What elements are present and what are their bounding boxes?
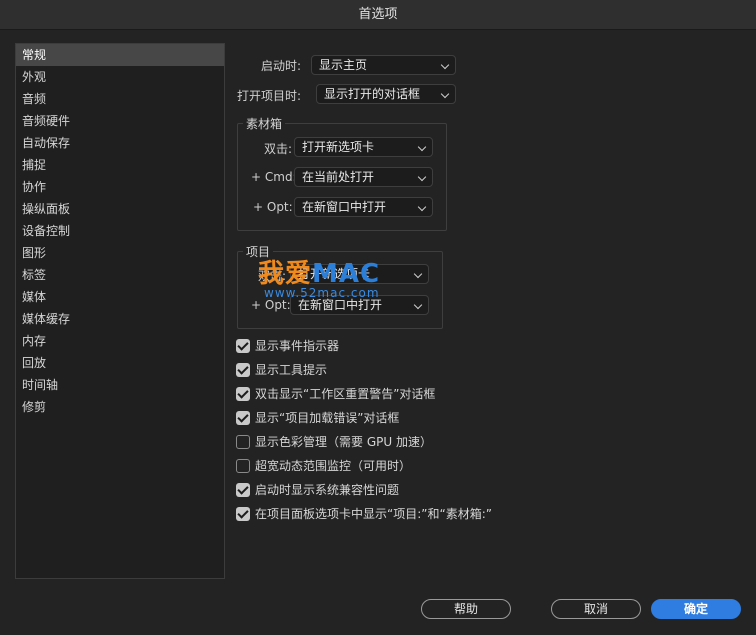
bins-double-click-label: 双击: (264, 142, 293, 156)
checkbox-label: 显示工具提示 (255, 363, 328, 377)
sidebar-item-audio[interactable]: 音频 (16, 88, 224, 110)
sidebar-item-media[interactable]: 媒体 (16, 286, 224, 308)
watermark-brand-mac: MAC (312, 259, 381, 289)
checkbox-event-indicators[interactable] (236, 339, 250, 353)
sidebar-item-trim[interactable]: 修剪 (16, 396, 224, 418)
project-opt-label: + Opt: (251, 298, 291, 312)
chevron-down-icon (417, 142, 427, 152)
bins-opt-value: 在新窗口中打开 (302, 200, 387, 214)
sidebar-item-timeline[interactable]: 时间轴 (16, 374, 224, 396)
checkbox-color-management[interactable] (236, 435, 250, 449)
checkbox-project-bin-tab-labels[interactable] (236, 507, 250, 521)
checkbox-hdr-monitoring[interactable] (236, 459, 250, 473)
checkbox-row-workspace-reset-warning[interactable]: 双击显示“工作区重置警告”对话框 (236, 386, 435, 404)
bins-double-click-dropdown[interactable]: 打开新选项卡 (294, 137, 433, 157)
watermark-brand: 我爱 (258, 259, 313, 289)
bins-cmd-dropdown[interactable]: 在当前处打开 (294, 167, 433, 187)
chevron-down-icon (417, 202, 427, 212)
checkbox-label: 在项目面板选项卡中显示“项目:”和“素材箱:” (255, 507, 492, 521)
checkbox-label: 显示色彩管理（需要 GPU 加速） (255, 435, 432, 449)
watermark-url: www.52mac.com (264, 286, 380, 300)
checkbox-label: 显示事件指示器 (255, 339, 340, 353)
checkbox-row-hdr-monitoring[interactable]: 超宽动态范围监控（可用时） (236, 458, 411, 476)
open-project-label: 打开项目时: (237, 89, 302, 103)
sidebar-item-collaboration[interactable]: 协作 (16, 176, 224, 198)
sidebar-item-graphics[interactable]: 图形 (16, 242, 224, 264)
cancel-button[interactable]: 取消 (551, 599, 641, 619)
sidebar-item-auto-save[interactable]: 自动保存 (16, 132, 224, 154)
chevron-down-icon (417, 172, 427, 182)
project-group-title: 项目 (243, 243, 274, 260)
checkbox-workspace-reset-warning[interactable] (236, 387, 250, 401)
checkbox-label: 超宽动态范围监控（可用时） (255, 459, 412, 473)
checkbox-row-compatibility-issues[interactable]: 启动时显示系统兼容性问题 (236, 482, 399, 500)
checkbox-tooltips[interactable] (236, 363, 250, 377)
chevron-down-icon (413, 300, 423, 310)
chevron-down-icon (413, 269, 423, 279)
sidebar-item-labels[interactable]: 标签 (16, 264, 224, 286)
bins-group-title: 素材箱 (243, 115, 286, 132)
open-project-dropdown[interactable]: 显示打开的对话框 (316, 84, 456, 104)
sidebar-item-appearance[interactable]: 外观 (16, 66, 224, 88)
sidebar-item-playback[interactable]: 回放 (16, 352, 224, 374)
sidebar-item-device-control[interactable]: 设备控制 (16, 220, 224, 242)
startup-dropdown-value: 显示主页 (319, 58, 368, 72)
window-title: 首选项 (0, 0, 756, 30)
checkbox-row-tooltips[interactable]: 显示工具提示 (236, 362, 327, 380)
bins-opt-dropdown[interactable]: 在新窗口中打开 (294, 197, 433, 217)
project-opt-value: 在新窗口中打开 (298, 298, 383, 312)
bins-double-click-value: 打开新选项卡 (302, 140, 375, 154)
sidebar-item-general[interactable]: 常规 (16, 44, 224, 66)
checkbox-row-color-management[interactable]: 显示色彩管理（需要 GPU 加速） (236, 434, 432, 452)
sidebar-item-media-cache[interactable]: 媒体缓存 (16, 308, 224, 330)
bins-opt-label: + Opt: (253, 200, 293, 214)
chevron-down-icon (440, 60, 450, 70)
ok-button[interactable]: 确定 (651, 599, 741, 619)
startup-label: 启动时: (261, 59, 302, 73)
chevron-down-icon (440, 89, 450, 99)
bins-cmd-label: + Cmd: (251, 170, 297, 184)
checkbox-label: 双击显示“工作区重置警告”对话框 (255, 387, 436, 401)
open-project-dropdown-value: 显示打开的对话框 (324, 87, 421, 101)
startup-dropdown[interactable]: 显示主页 (311, 55, 456, 75)
preferences-sidebar: 常规 外观 音频 音频硬件 自动保存 捕捉 协作 操纵面板 设备控制 图形 标签… (15, 43, 225, 579)
sidebar-item-control-surface[interactable]: 操纵面板 (16, 198, 224, 220)
checkbox-row-project-load-errors[interactable]: 显示“项目加载错误”对话框 (236, 410, 399, 428)
checkbox-compatibility-issues[interactable] (236, 483, 250, 497)
watermark-logo: 我爱MAC www.52mac.com (258, 260, 380, 300)
sidebar-item-capture[interactable]: 捕捉 (16, 154, 224, 176)
checkbox-label: 显示“项目加载错误”对话框 (255, 411, 400, 425)
checkbox-label: 启动时显示系统兼容性问题 (255, 483, 400, 497)
checkbox-row-project-bin-tab-labels[interactable]: 在项目面板选项卡中显示“项目:”和“素材箱:” (236, 506, 492, 524)
help-button[interactable]: 帮助 (421, 599, 511, 619)
checkbox-project-load-errors[interactable] (236, 411, 250, 425)
sidebar-item-memory[interactable]: 内存 (16, 330, 224, 352)
sidebar-item-audio-hardware[interactable]: 音频硬件 (16, 110, 224, 132)
checkbox-row-event-indicators[interactable]: 显示事件指示器 (236, 338, 339, 356)
bins-cmd-value: 在当前处打开 (302, 170, 375, 184)
